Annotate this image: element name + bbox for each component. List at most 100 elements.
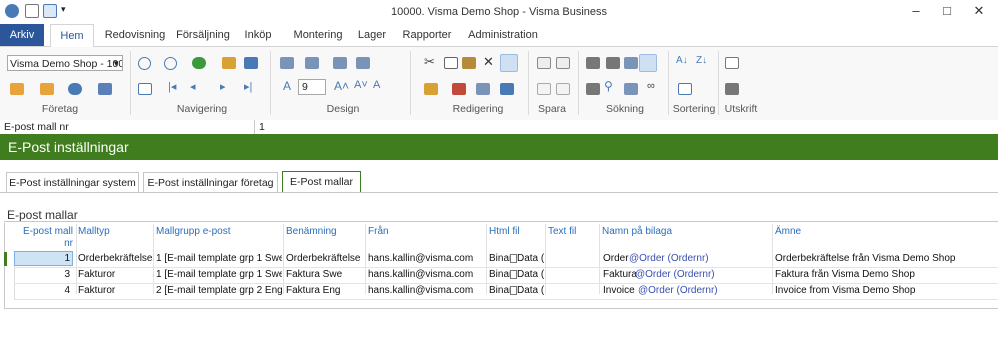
sort-descending-icon[interactable]: Z↓ bbox=[696, 55, 707, 66]
cell-mallgrupp[interactable]: 1 [E-mail template grp 1 Swe] bbox=[156, 269, 282, 280]
delete-icon[interactable]: ✕ bbox=[483, 54, 494, 70]
printer-icon[interactable] bbox=[725, 83, 739, 95]
tab-email-settings-company[interactable]: E-Post inställningar företag bbox=[143, 172, 278, 192]
copy-icon[interactable] bbox=[444, 57, 458, 69]
sort-dialog-icon[interactable] bbox=[678, 83, 692, 95]
column-header-amne[interactable]: Ämne bbox=[775, 226, 801, 238]
tab-email-templates[interactable]: E-Post mallar bbox=[282, 171, 361, 193]
form-icon[interactable] bbox=[356, 57, 370, 69]
link-icon[interactable] bbox=[244, 57, 258, 69]
cell-benamning[interactable]: Faktura Eng bbox=[286, 285, 366, 296]
column-header-fran[interactable]: Från bbox=[368, 226, 389, 238]
column-header-malltyp[interactable]: Malltyp bbox=[78, 226, 110, 238]
last-record-icon[interactable]: ▸| bbox=[244, 80, 252, 93]
cell-fran[interactable]: hans.kallin@visma.com bbox=[368, 253, 486, 264]
fill-icon[interactable] bbox=[476, 83, 490, 95]
layout-icon[interactable] bbox=[280, 57, 294, 69]
column-header-bilaga[interactable]: Namn på bilaga bbox=[602, 226, 672, 238]
cell-bilaga-link[interactable]: @Order (Ordernr) bbox=[638, 285, 748, 296]
undo-icon[interactable] bbox=[500, 83, 514, 95]
cell-amne[interactable]: Faktura från Visma Demo Shop bbox=[775, 269, 995, 280]
print-preview-icon[interactable] bbox=[725, 57, 739, 69]
cell-html-fil-data[interactable]: Data (I bbox=[517, 253, 544, 264]
table-row[interactable]: 1 Orderbekräftelser 1 [E-mail template g… bbox=[14, 251, 998, 268]
tab-redovisning[interactable]: Redovisning bbox=[100, 24, 170, 46]
cell-malltyp[interactable]: Fakturor bbox=[78, 269, 153, 280]
column-header-nr[interactable]: E-post mall nr bbox=[15, 226, 73, 250]
shrink-font-icon[interactable]: A˅ bbox=[354, 79, 368, 91]
cell-malltyp[interactable]: Orderbekräftelser bbox=[78, 253, 153, 264]
format-icon[interactable]: A bbox=[373, 79, 380, 91]
cell-bilaga-text[interactable]: Invoice bbox=[603, 285, 639, 296]
binoculars-icon[interactable] bbox=[586, 57, 600, 69]
next-record-icon[interactable]: ▸ bbox=[220, 80, 226, 93]
cell-benamning[interactable]: Orderbekräftelse bbox=[286, 253, 366, 264]
back-icon[interactable] bbox=[138, 57, 151, 70]
tab-rapporter[interactable]: Rapporter bbox=[399, 24, 455, 46]
find-next-icon[interactable] bbox=[606, 57, 620, 69]
cell-mallgrupp[interactable]: 2 [E-mail template grp 2 Eng] bbox=[156, 285, 282, 296]
chart-icon[interactable] bbox=[68, 83, 82, 95]
table-icon[interactable] bbox=[333, 57, 347, 69]
filter-icon[interactable] bbox=[639, 54, 657, 72]
tab-inkop[interactable]: Inköp bbox=[238, 24, 278, 46]
list-icon[interactable] bbox=[624, 83, 638, 95]
cell-bilaga-link[interactable]: @Order (Ordernr) bbox=[629, 253, 739, 264]
company-selector[interactable]: Visma Demo Shop - 100 ▼ bbox=[7, 55, 123, 71]
tab-lager[interactable]: Lager bbox=[352, 24, 392, 46]
insert-row-icon[interactable] bbox=[424, 83, 438, 95]
cut-icon[interactable]: ✂ bbox=[424, 54, 435, 70]
font-icon[interactable]: A bbox=[283, 79, 291, 93]
columns-icon[interactable] bbox=[305, 57, 319, 69]
table-row[interactable]: 4 Fakturor 2 [E-mail template grp 2 Eng]… bbox=[14, 283, 998, 300]
close-icon[interactable]: ✕ bbox=[969, 3, 989, 19]
cell-bilaga-link[interactable]: @Order (Ordernr) bbox=[635, 269, 745, 280]
tab-email-settings-system[interactable]: E-Post inställningar system bbox=[6, 172, 139, 192]
delete-row-icon[interactable] bbox=[452, 83, 466, 95]
cell-benamning[interactable]: Faktura Swe bbox=[286, 269, 366, 280]
chain-icon[interactable]: ∞ bbox=[647, 80, 655, 92]
cell-html-fil[interactable]: Binar bbox=[489, 269, 511, 280]
discard-icon[interactable] bbox=[537, 83, 551, 95]
cell-fran[interactable]: hans.kallin@visma.com bbox=[368, 269, 486, 280]
cell-bilaga-text[interactable]: Faktura bbox=[603, 269, 638, 280]
grid-view-icon[interactable] bbox=[138, 83, 152, 95]
search-icon[interactable]: ⚲ bbox=[604, 79, 613, 93]
tab-administration[interactable]: Administration bbox=[462, 24, 544, 46]
refresh-icon[interactable] bbox=[192, 57, 206, 69]
cell-fran[interactable]: hans.kallin@visma.com bbox=[368, 285, 486, 296]
folder-icon[interactable] bbox=[40, 83, 54, 95]
forward-icon[interactable] bbox=[164, 57, 177, 70]
cell-html-fil[interactable]: Binar bbox=[489, 253, 511, 264]
cell-mallgrupp[interactable]: 1 [E-mail template grp 1 Swe] bbox=[156, 253, 282, 264]
grow-font-icon[interactable]: A˄ bbox=[334, 79, 349, 93]
paste-icon[interactable] bbox=[462, 57, 476, 69]
company-nav-icon[interactable] bbox=[10, 83, 24, 95]
tab-arkiv[interactable]: Arkiv bbox=[0, 24, 44, 46]
column-header-mallgrupp[interactable]: Mallgrupp e-post bbox=[156, 226, 230, 238]
maximize-icon[interactable]: □ bbox=[937, 3, 957, 19]
cell-nr[interactable]: 3 bbox=[14, 269, 70, 280]
cell-html-fil[interactable]: Binar bbox=[489, 285, 511, 296]
font-size-input[interactable]: 9 bbox=[298, 79, 326, 95]
cell-amne[interactable]: Orderbekräftelse från Visma Demo Shop bbox=[775, 253, 995, 264]
minimize-icon[interactable]: – bbox=[906, 3, 926, 19]
sort-ascending-icon[interactable]: A↓ bbox=[676, 55, 688, 66]
cell-html-fil-data[interactable]: Data (I bbox=[517, 285, 544, 296]
cell-nr[interactable]: 4 bbox=[14, 285, 70, 296]
tab-forsaljning[interactable]: Försäljning bbox=[172, 24, 234, 46]
filter-list-icon[interactable] bbox=[624, 57, 638, 69]
edit-mode-icon[interactable] bbox=[500, 54, 518, 72]
table-row[interactable]: 3 Fakturor 1 [E-mail template grp 1 Swe]… bbox=[14, 267, 998, 284]
cell-nr[interactable]: 1 bbox=[14, 253, 70, 264]
wizard-icon[interactable] bbox=[98, 83, 112, 95]
home-icon[interactable] bbox=[222, 57, 236, 69]
tab-montering[interactable]: Montering bbox=[290, 24, 346, 46]
column-header-html-fil[interactable]: Html fil bbox=[489, 226, 520, 238]
trash-icon[interactable] bbox=[556, 83, 570, 95]
cell-amne[interactable]: Invoice from Visma Demo Shop bbox=[775, 285, 995, 296]
previous-record-icon[interactable]: ◂ bbox=[190, 80, 196, 93]
column-header-benamning[interactable]: Benämning bbox=[286, 226, 337, 238]
first-record-icon[interactable]: |◂ bbox=[168, 80, 176, 93]
save-icon[interactable] bbox=[537, 57, 551, 69]
